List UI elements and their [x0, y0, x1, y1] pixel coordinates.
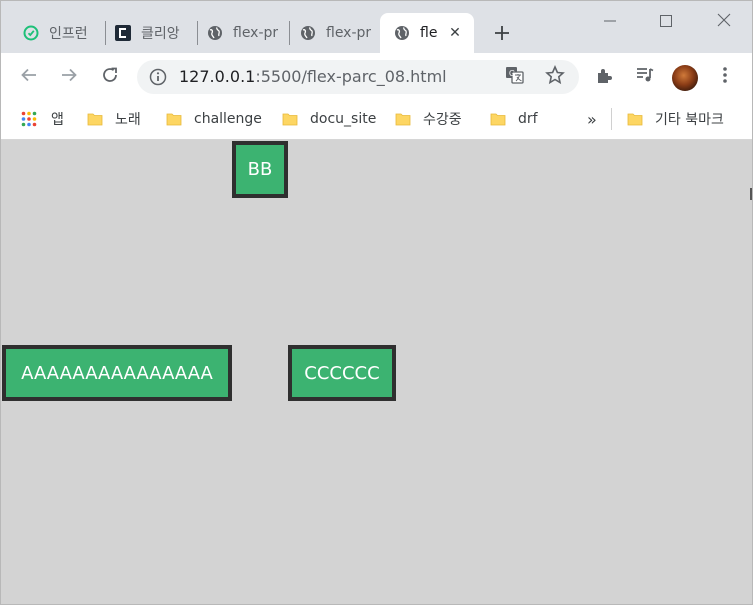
bookmark-separator: [611, 108, 612, 130]
tab-title: fle: [420, 25, 438, 41]
tab-title: 인프런: [49, 26, 88, 42]
maximize-icon: [660, 12, 672, 31]
inflearn-icon: [23, 25, 39, 41]
minimize-icon: [604, 12, 616, 31]
scrollbar-marker: [750, 188, 752, 200]
flex-item-a: AAAAAAAAAAAAAAA: [2, 345, 232, 401]
url-text[interactable]: 127.0.0.1:5500/flex-parc_08.html: [179, 67, 447, 86]
bookmark-star-button[interactable]: [539, 61, 571, 93]
bookmark-folder-5[interactable]: drf: [490, 108, 538, 130]
page-viewport: BB AAAAAAAAAAAAAAA CCCCCC: [1, 140, 752, 604]
star-icon: [545, 64, 565, 89]
close-icon: [717, 12, 731, 31]
tab-title: 클리앙: [141, 26, 180, 42]
bookmark-label: 기타 북마크: [655, 112, 724, 128]
new-tab-button[interactable]: [488, 19, 516, 47]
clien-icon: [115, 25, 131, 41]
folder-icon: [87, 111, 103, 127]
bookmark-folder-3[interactable]: docu_site: [282, 108, 376, 130]
globe-icon: [300, 25, 316, 41]
bookmark-folder-1[interactable]: 노래: [87, 108, 141, 130]
tab-inflearn[interactable]: 인프런: [9, 13, 105, 53]
tab-flex-2[interactable]: flex-pr: [286, 13, 376, 53]
svg-text:G: G: [509, 69, 515, 78]
bookmark-label: drf: [518, 111, 538, 127]
info-icon[interactable]: [149, 68, 167, 86]
translate-icon: G: [505, 66, 525, 88]
menu-button[interactable]: [709, 61, 741, 93]
tab-strip: 인프런 클리앙 flex-pr flex-pr fle ✕: [1, 1, 752, 53]
folder-icon: [282, 111, 298, 127]
media-button[interactable]: [629, 61, 661, 93]
back-icon: [20, 66, 38, 88]
globe-icon: [207, 25, 223, 41]
extensions-icon: [595, 65, 615, 89]
media-icon: [635, 66, 655, 88]
bookmark-label: 수강중: [423, 112, 462, 128]
folder-icon: [490, 111, 506, 127]
extensions-button[interactable]: [589, 61, 621, 93]
bookmarks-overflow-button[interactable]: »: [587, 108, 597, 130]
bookmark-label: challenge: [194, 111, 262, 127]
apps-icon: [21, 111, 37, 127]
bookmarks-bar: 앱 노래 challenge docu_site 수강중 drf » 기타 북마…: [1, 101, 752, 140]
close-tab-icon[interactable]: ✕: [446, 24, 464, 42]
toolbar: 127.0.0.1:5500/flex-parc_08.html G: [1, 53, 752, 101]
bookmark-label: 앱: [51, 112, 64, 128]
globe-icon: [394, 25, 410, 41]
flex-item-b: BB: [232, 141, 288, 198]
other-bookmarks[interactable]: 기타 북마크: [627, 108, 724, 130]
chevron-double-right-icon: »: [587, 109, 597, 129]
folder-icon: [395, 111, 411, 127]
url-path: :5500/flex-parc_08.html: [255, 67, 447, 86]
bookmark-folder-2[interactable]: challenge: [166, 108, 262, 130]
bookmark-folder-4[interactable]: 수강중: [395, 108, 462, 130]
bookmark-label: docu_site: [310, 111, 377, 127]
browser-window: 인프런 클리앙 flex-pr flex-pr fle ✕ 127.0.0.1:…: [0, 0, 753, 605]
menu-icon: [722, 66, 728, 88]
tab-title: flex-pr: [233, 25, 279, 41]
reload-button[interactable]: [94, 61, 126, 93]
tab-clien[interactable]: 클리앙: [101, 13, 197, 53]
reload-icon: [101, 66, 119, 88]
tab-flex-active[interactable]: fle ✕: [380, 13, 474, 53]
folder-icon: [166, 111, 182, 127]
bookmark-label: 노래: [115, 112, 141, 128]
plus-icon: [494, 19, 510, 47]
forward-icon: [60, 66, 78, 88]
close-window-button[interactable]: [701, 7, 747, 35]
url-host: 127.0.0.1: [179, 67, 256, 86]
folder-icon: [627, 111, 643, 127]
translate-button[interactable]: G: [499, 61, 531, 93]
tab-flex-1[interactable]: flex-pr: [193, 13, 289, 53]
forward-button[interactable]: [53, 61, 85, 93]
avatar[interactable]: [672, 65, 698, 91]
back-button[interactable]: [13, 61, 45, 93]
minimize-button[interactable]: [587, 7, 633, 35]
tab-title: flex-pr: [326, 25, 372, 41]
flex-item-c: CCCCCC: [288, 345, 396, 401]
maximize-button[interactable]: [643, 7, 689, 35]
bookmark-apps[interactable]: 앱: [21, 108, 64, 130]
